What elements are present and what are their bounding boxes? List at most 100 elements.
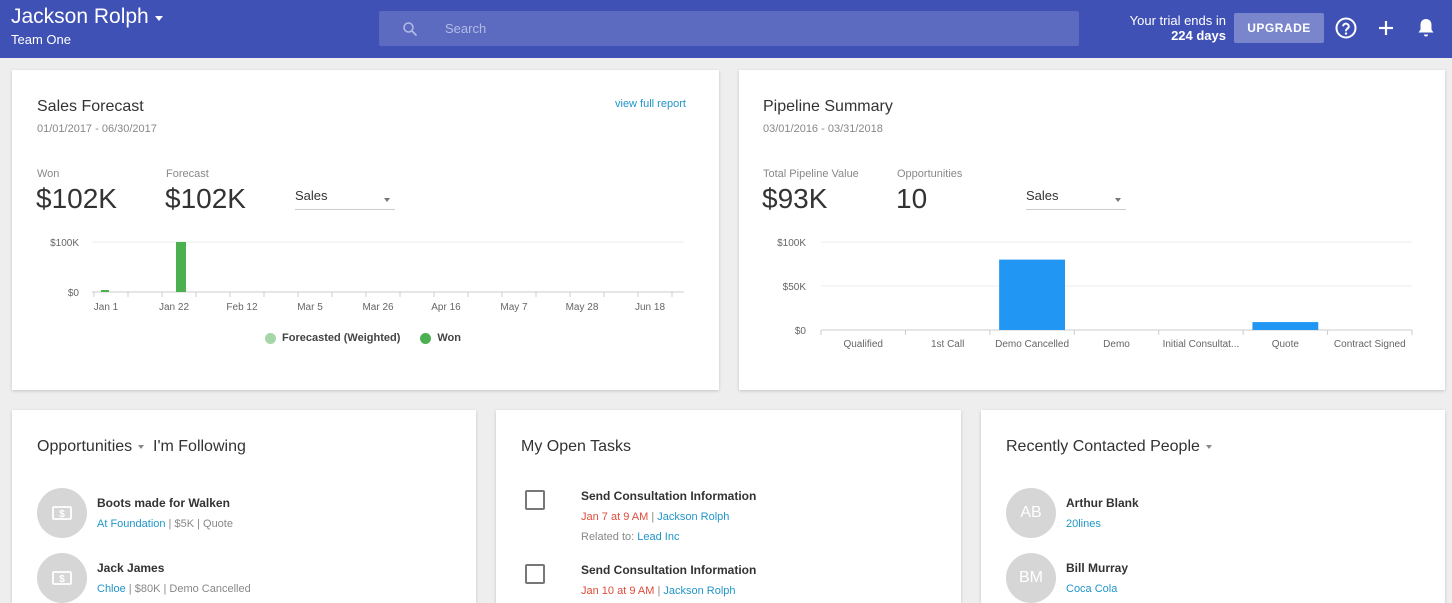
bell-icon[interactable] [1414, 16, 1438, 40]
task-checkbox[interactable] [525, 490, 545, 510]
task-title[interactable]: Send Consultation Information [581, 563, 756, 577]
x-tick-label: Quote [1272, 339, 1300, 350]
x-tick-label: Mar 26 [362, 302, 394, 313]
trial-text: Your trial ends in [1129, 13, 1226, 28]
person-company: 20lines [1066, 518, 1101, 530]
person-name[interactable]: Arthur Blank [1066, 496, 1139, 510]
task-meta: Jan 7 at 9 AM | Jackson Rolph [581, 511, 730, 523]
x-tick-label: Contract Signed [1334, 339, 1406, 350]
legend-dot [265, 332, 276, 344]
recent-people-dropdown[interactable]: Recently Contacted People [1006, 438, 1212, 456]
task-title[interactable]: Send Consultation Information [581, 489, 756, 503]
card-title: Recently Contacted People [1006, 438, 1200, 455]
avatar: BM [1006, 553, 1056, 603]
task-checkbox[interactable] [525, 564, 545, 584]
avatar: AB [1006, 488, 1056, 538]
user-menu[interactable]: Jackson Rolph [11, 5, 163, 29]
search-bar[interactable] [379, 11, 1079, 46]
company-link[interactable]: Chloe [97, 583, 126, 595]
x-tick-label: Feb 12 [226, 302, 258, 313]
help-icon[interactable] [1334, 16, 1358, 40]
legend-dot [420, 332, 432, 344]
svg-text:$: $ [59, 574, 65, 585]
select-value: Sales [1026, 188, 1059, 203]
sales-forecast-card: Sales Forecast 01/01/2017 - 06/30/2017 v… [12, 70, 719, 390]
opportunity-name[interactable]: Jack James [97, 561, 164, 575]
user-name: Jackson Rolph [11, 5, 149, 28]
opportunities-label: Opportunities [897, 168, 963, 180]
x-tick-label: Jun 18 [635, 302, 665, 313]
opportunities-card: Opportunities I'm Following $ Boots made… [12, 410, 476, 603]
person-name[interactable]: Bill Murray [1066, 561, 1128, 575]
x-tick-label: 1st Call [931, 339, 964, 350]
chart-legend: Forecasted (Weighted) Won [265, 332, 481, 344]
select-value: Sales [295, 188, 328, 203]
avatar: $ [37, 553, 87, 603]
y-tick-label: $100K [777, 238, 806, 249]
legend-label: Won [437, 332, 461, 344]
pipeline-select[interactable]: Sales [295, 188, 395, 210]
team-name: Team One [11, 32, 71, 47]
search-input[interactable] [445, 11, 1065, 46]
bar [1252, 322, 1319, 330]
opportunity-details: | $80K | Demo Cancelled [125, 583, 251, 595]
y-tick-label: $100K [50, 238, 79, 249]
related-label: Related to: [581, 531, 638, 543]
upgrade-button[interactable]: UPGRADE [1234, 13, 1324, 43]
opportunity-meta: Chloe | $80K | Demo Cancelled [97, 583, 251, 595]
forecast-value: $102K [165, 183, 246, 214]
x-tick-label: Initial Consultat... [1163, 339, 1240, 350]
trial-notice: Your trial ends in 224 days [1090, 13, 1226, 43]
money-icon: $ [52, 506, 72, 520]
company-link[interactable]: At Foundation [97, 518, 166, 530]
task-meta: Jan 10 at 9 AM | Jackson Rolph [581, 585, 736, 597]
bar [176, 242, 186, 292]
total-pipeline-value: $93K [762, 183, 828, 214]
related-link[interactable]: Lead Inc [637, 531, 679, 543]
sales-forecast-chart: $100K $0 Jan 1 Jan 22 Feb 12 Mar 5 Mar 26 Apr 1… [50, 238, 684, 313]
x-tick-label: Mar 5 [297, 302, 323, 313]
add-icon[interactable] [1374, 16, 1398, 40]
y-tick-label: $0 [795, 326, 807, 337]
x-tick-label: Jan 1 [94, 302, 119, 313]
y-tick-label: $0 [68, 288, 80, 299]
opportunities-value: 10 [896, 183, 928, 214]
money-icon: $ [52, 571, 72, 585]
x-tick-label: Apr 16 [431, 302, 461, 313]
recent-people-card: Recently Contacted People AB Arthur Blan… [981, 410, 1445, 603]
avatar: $ [37, 488, 87, 538]
opportunity-meta: At Foundation | $5K | Quote [97, 518, 233, 530]
bar [999, 259, 1065, 330]
x-tick-label: May 28 [566, 302, 599, 313]
chevron-down-icon [1115, 198, 1121, 202]
card-title: Pipeline Summary [763, 98, 893, 115]
svg-text:$: $ [59, 509, 65, 520]
opportunities-dropdown[interactable]: Opportunities [37, 438, 145, 456]
search-icon [403, 22, 417, 36]
x-tick-label: May 7 [500, 302, 528, 313]
card-title: Sales Forecast [37, 98, 144, 115]
legend-item-won[interactable]: Won [420, 332, 461, 344]
forecast-label: Forecast [166, 168, 209, 180]
person-company: Coca Cola [1066, 583, 1117, 595]
pipeline-chart: $100K $50K $0 Qualified 1st Call Demo Cancell… [777, 238, 1413, 350]
opportunity-name[interactable]: Boots made for Walken [97, 496, 230, 510]
card-title: My Open Tasks [521, 438, 631, 455]
card-title: Opportunities [37, 438, 133, 455]
company-link[interactable]: 20lines [1066, 518, 1101, 530]
opportunity-details: | $5K | Quote [165, 518, 233, 530]
chevron-down-icon [154, 15, 163, 21]
task-owner-link[interactable]: Jackson Rolph [657, 511, 729, 523]
x-tick-label: Demo Cancelled [995, 339, 1069, 350]
company-link[interactable]: Coca Cola [1066, 583, 1117, 595]
x-tick-label: Jan 22 [159, 302, 189, 313]
task-owner-link[interactable]: Jackson Rolph [663, 585, 735, 597]
opportunities-filter[interactable]: I'm Following [153, 438, 246, 456]
total-pipeline-label: Total Pipeline Value [763, 168, 859, 180]
legend-item-forecasted[interactable]: Forecasted (Weighted) [265, 332, 400, 344]
pipeline-select[interactable]: Sales [1026, 188, 1126, 210]
chevron-down-icon [384, 198, 390, 202]
trial-days: 224 days [1171, 28, 1226, 43]
view-full-report-link[interactable]: view full report [615, 98, 686, 110]
task-due: Jan 7 at 9 AM [581, 511, 649, 523]
